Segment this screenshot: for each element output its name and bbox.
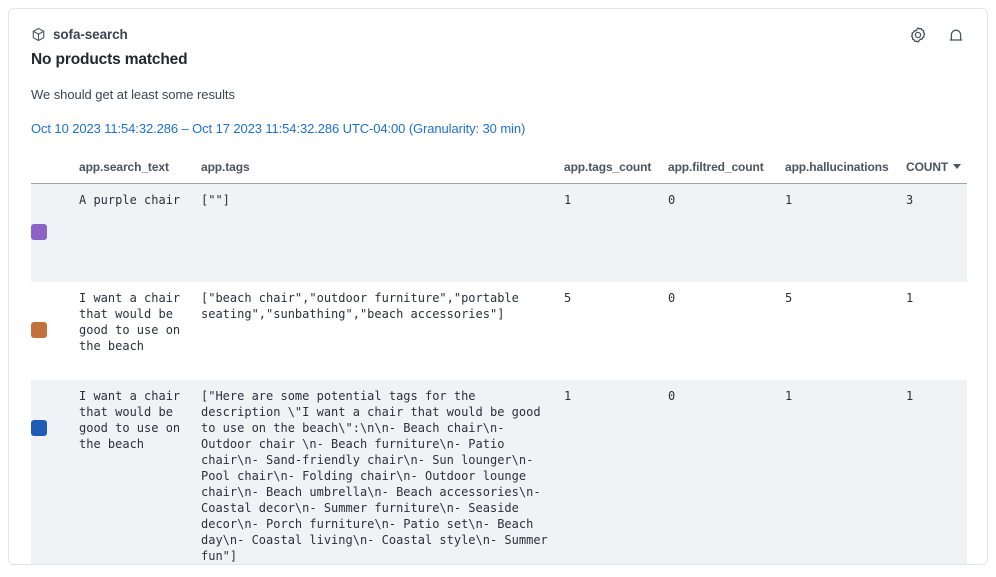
cell-filtred-count: 0 — [668, 380, 785, 565]
row-color-cell — [31, 282, 79, 380]
data-source-name: sofa-search — [53, 27, 128, 42]
column-header-search-text[interactable]: app.search_text — [79, 160, 201, 184]
data-source-row[interactable]: sofa-search — [31, 25, 965, 43]
cell-hallucinations: 1 — [785, 380, 906, 565]
results-table: app.search_text app.tags app.tags_count … — [31, 160, 967, 565]
panel-description: We should get at least some results — [31, 87, 965, 102]
settings-button[interactable] — [907, 25, 929, 47]
cell-filtred-count: 0 — [668, 282, 785, 380]
table-header-row: app.search_text app.tags app.tags_count … — [31, 160, 967, 184]
cell-tags-count: 1 — [564, 184, 668, 283]
column-header-tags-count[interactable]: app.tags_count — [564, 160, 668, 184]
query-result-card: sofa-search No products matched We shoul… — [8, 8, 988, 565]
column-header-swatch — [31, 160, 79, 184]
cell-tags-count: 1 — [564, 380, 668, 565]
screenshot-root: sofa-search No products matched We shoul… — [0, 0, 996, 577]
cell-count: 1 — [906, 282, 967, 380]
cell-count: 3 — [906, 184, 967, 283]
results-table-container: app.search_text app.tags app.tags_count … — [9, 160, 987, 565]
series-color-swatch — [31, 224, 47, 240]
alerts-button[interactable] — [945, 25, 967, 47]
time-range-selector[interactable]: Oct 10 2023 11:54:32.286 – Oct 17 2023 1… — [31, 121, 525, 136]
table-row[interactable]: A purple chair [""] 1 0 1 3 — [31, 184, 967, 283]
cell-count: 1 — [906, 380, 967, 565]
sort-desc-caret-icon — [953, 164, 961, 169]
cell-filtred-count: 0 — [668, 184, 785, 283]
table-row[interactable]: I want a chair that would be good to use… — [31, 380, 967, 565]
cell-search-text: I want a chair that would be good to use… — [79, 380, 201, 565]
cell-hallucinations: 5 — [785, 282, 906, 380]
column-header-filtred-count[interactable]: app.filtred_count — [668, 160, 785, 184]
column-header-count[interactable]: COUNT — [906, 160, 967, 184]
column-header-hallucinations[interactable]: app.hallucinations — [785, 160, 906, 184]
gear-icon — [908, 26, 928, 46]
cell-tags: ["Here are some potential tags for the d… — [201, 380, 564, 565]
table-body: A purple chair [""] 1 0 1 3 I want a cha… — [31, 184, 967, 566]
row-color-cell — [31, 184, 79, 283]
column-header-tags[interactable]: app.tags — [201, 160, 564, 184]
cube-icon — [31, 27, 46, 42]
series-color-swatch — [31, 322, 47, 338]
card-header: sofa-search No products matched We shoul… — [9, 9, 987, 138]
page-title: No products matched — [31, 51, 965, 69]
column-header-count-label: COUNT — [906, 160, 948, 174]
bell-icon — [946, 26, 966, 46]
cell-tags-count: 5 — [564, 282, 668, 380]
table-header: app.search_text app.tags app.tags_count … — [31, 160, 967, 184]
cell-hallucinations: 1 — [785, 184, 906, 283]
cell-tags: ["beach chair","outdoor furniture","port… — [201, 282, 564, 380]
cell-tags: [""] — [201, 184, 564, 283]
table-row[interactable]: I want a chair that would be good to use… — [31, 282, 967, 380]
series-color-swatch — [31, 420, 47, 436]
header-actions — [907, 25, 967, 47]
row-color-cell — [31, 380, 79, 565]
